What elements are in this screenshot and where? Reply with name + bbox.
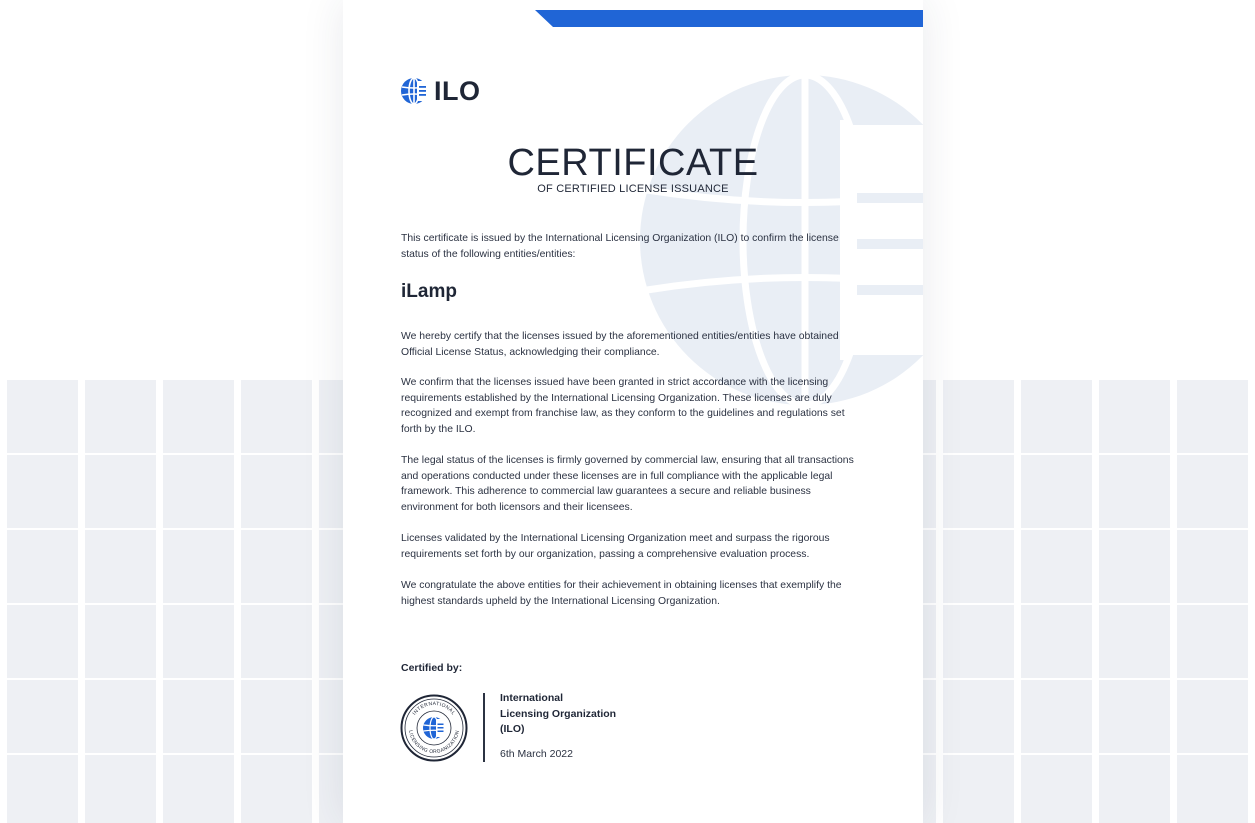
certificate-subtitle: OF CERTIFIED LICENSE ISSUANCE bbox=[537, 183, 729, 195]
body-paragraph-5: We congratulate the above entities for t… bbox=[401, 580, 842, 607]
certificate-title: CERTIFICATE bbox=[507, 142, 759, 184]
certificate-date: 6th March 2022 bbox=[500, 748, 573, 760]
body-paragraph-1: We hereby certify that the licenses issu… bbox=[401, 331, 839, 358]
org-name-line-1: International bbox=[500, 692, 564, 704]
body-paragraph-3: The legal status of the licenses is firm… bbox=[401, 455, 854, 513]
entity-name: iLamp bbox=[401, 281, 457, 302]
org-name-line-3: (ILO) bbox=[500, 723, 525, 736]
ilo-logo: ILO bbox=[400, 77, 481, 105]
body-paragraph-2: We confirm that the licenses issued have… bbox=[401, 377, 845, 435]
certificate-sheet: ILO CERTIFICATE OF CERTIFIED LICENSE ISS… bbox=[343, 0, 923, 823]
body-paragraph-4: Licenses validated by the International … bbox=[401, 533, 830, 560]
signature-divider bbox=[483, 693, 485, 762]
logo-text: ILO bbox=[434, 76, 481, 106]
globe-icon bbox=[401, 77, 429, 105]
ilo-seal-icon: INTERNATIONAL LICENSING ORGANIZATION bbox=[400, 694, 468, 762]
organization-name: International Licensing Organization (IL… bbox=[500, 691, 660, 738]
intro-paragraph: This certificate is issued by the Intern… bbox=[401, 233, 839, 260]
org-name-line-2: Licensing Organization bbox=[500, 707, 617, 720]
certified-by-label: Certified by: bbox=[401, 662, 463, 674]
accent-top-bar bbox=[535, 10, 923, 27]
